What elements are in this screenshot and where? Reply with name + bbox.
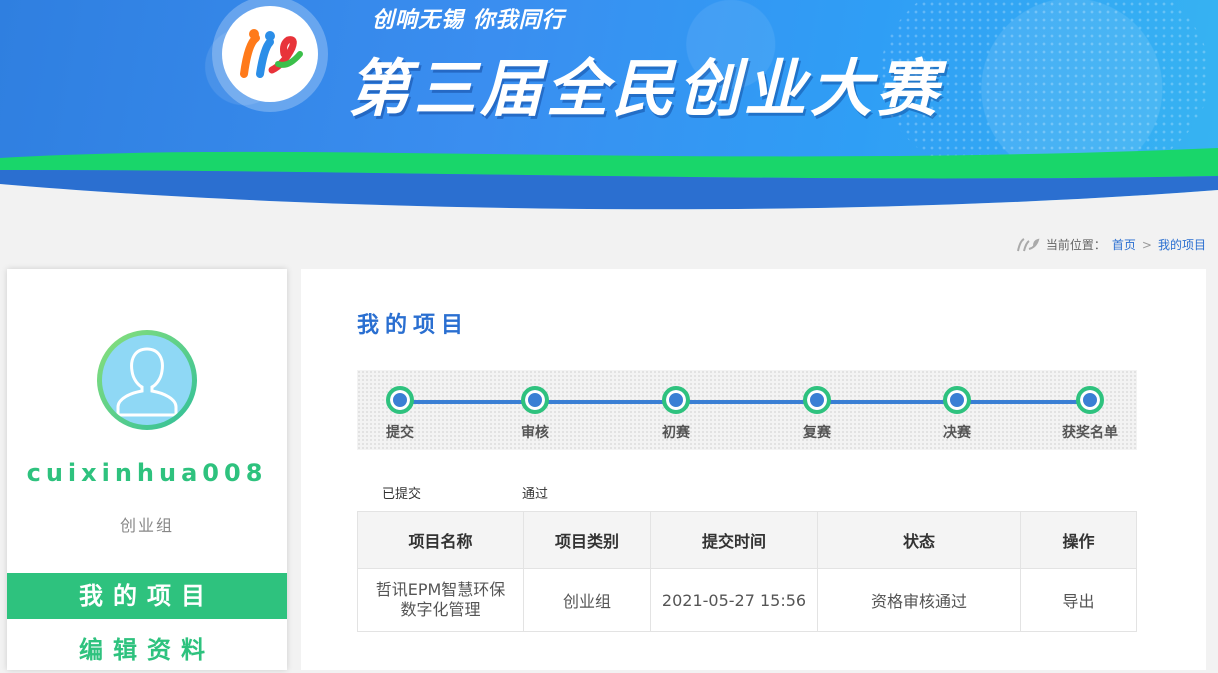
breadcrumb-home-link[interactable]: 首页 [1112, 236, 1136, 253]
menu-edit-profile[interactable]: 编辑资料 [7, 627, 287, 673]
table-row: 哲讯EPM智慧环保 数字化管理 创业组 2021-05-27 15:56 资格审… [357, 568, 1137, 632]
step-dot [386, 386, 414, 414]
project-name-line: 数字化管理 [400, 600, 481, 619]
project-status: 资格审核通过 [817, 568, 1021, 632]
header-banner: 创响无锡 你我同行 第三届全民创业大赛 [0, 0, 1218, 222]
step-submit: 提交 [360, 386, 440, 442]
column-header: 项目类别 [523, 511, 651, 569]
step-dot [943, 386, 971, 414]
project-category: 创业组 [523, 568, 651, 632]
project-name-link[interactable]: 哲讯EPM智慧环保 数字化管理 [357, 568, 524, 632]
column-header: 操作 [1020, 511, 1137, 569]
breadcrumb-prefix: 当前位置： [1045, 238, 1106, 252]
banner-wave [0, 148, 1218, 222]
competition-logo [222, 6, 318, 102]
submission-time: 2021-05-27 15:56 [650, 568, 818, 632]
location-logo-icon [1016, 237, 1040, 251]
column-header: 提交时间 [650, 511, 818, 569]
menu-my-projects[interactable]: 我的项目 [7, 573, 287, 619]
step-label: 复赛 [803, 425, 831, 441]
step-status-review: 通过 [522, 487, 549, 502]
user-sidebar: cuixinhua008 创业组 我的项目 编辑资料 [7, 269, 287, 670]
step-dot [662, 386, 690, 414]
column-header: 项目名称 [357, 511, 524, 569]
step-label: 决赛 [943, 425, 971, 441]
banner-title: 第三届全民创业大赛 [348, 52, 943, 125]
main-panel: 我的项目 提交 审核 初赛 复赛 决赛 获奖名单 已提交 通过 项目名称 项目类… [301, 269, 1206, 670]
breadcrumb-current-link[interactable]: 我的项目 [1158, 236, 1206, 253]
step-dot [1076, 386, 1104, 414]
step-status-submitted: 已提交 [382, 487, 422, 502]
step-winners: 获奖名单 [1050, 386, 1130, 442]
logo-figures-icon [240, 29, 303, 78]
breadcrumb: 当前位置： 首页 > 我的项目 [1016, 236, 1206, 253]
avatar [97, 330, 197, 430]
table-header-row: 项目名称 项目类别 提交时间 状态 操作 [357, 511, 1137, 569]
export-link[interactable]: 导出 [1020, 568, 1137, 632]
page-title: 我的项目 [357, 313, 470, 338]
user-group: 创业组 [119, 516, 174, 535]
project-name-line: 哲讯EPM智慧环保 [375, 580, 506, 599]
step-semifinal: 复赛 [777, 386, 857, 442]
user-avatar-icon [102, 335, 192, 425]
step-label: 审核 [521, 425, 549, 441]
step-dot [521, 386, 549, 414]
step-review: 审核 [495, 386, 575, 442]
username: cuixinhua008 [26, 459, 268, 487]
step-label: 获奖名单 [1062, 425, 1118, 441]
column-header: 状态 [817, 511, 1021, 569]
banner-slogan: 创响无锡 你我同行 [372, 8, 565, 33]
step-label: 提交 [386, 425, 414, 441]
progress-steps: 提交 审核 初赛 复赛 决赛 获奖名单 [357, 370, 1137, 450]
step-label: 初赛 [662, 425, 690, 441]
projects-table: 项目名称 项目类别 提交时间 状态 操作 哲讯EPM智慧环保 数字化管理 创业组… [357, 511, 1137, 632]
step-final: 决赛 [917, 386, 997, 442]
step-dot [803, 386, 831, 414]
breadcrumb-separator: > [1141, 237, 1152, 252]
step-preliminary: 初赛 [636, 386, 716, 442]
